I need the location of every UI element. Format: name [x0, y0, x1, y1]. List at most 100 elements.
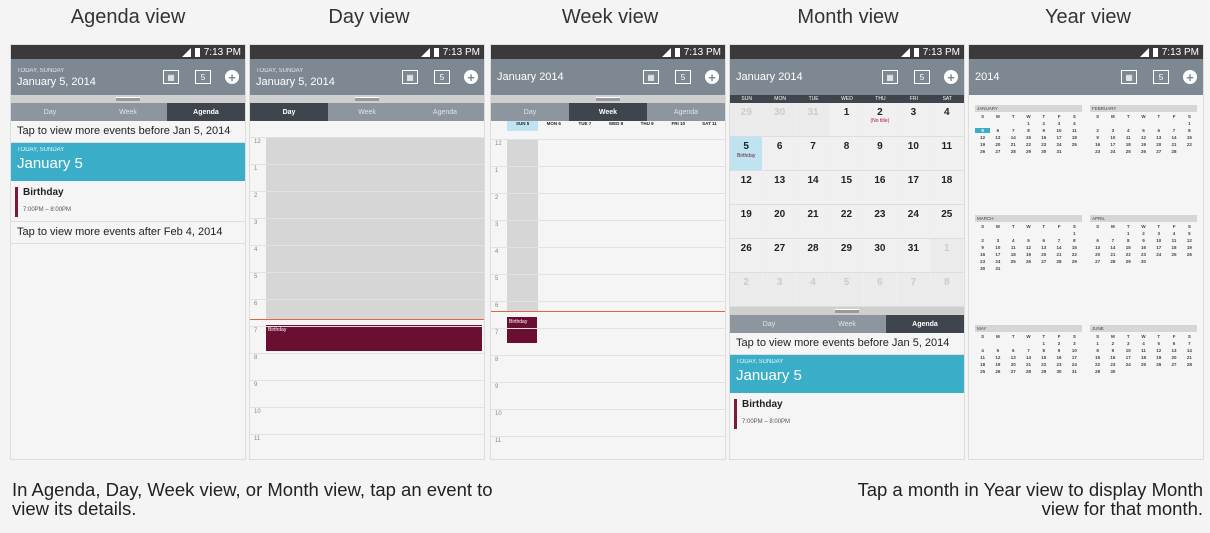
date-selector[interactable]: TODAY, SUNDAY January 5, 2014	[17, 66, 147, 88]
tab-agenda[interactable]: Agenda	[886, 315, 964, 333]
day-cell[interactable]: 25	[930, 205, 964, 239]
day-cell[interactable]: 3	[897, 103, 931, 137]
day-cell[interactable]: 10	[897, 137, 931, 171]
month-grid[interactable]: 29 30 31 1 2 (No title) 3 4 5 Birthday 6 7 8 9 10 11 12 1…	[730, 103, 964, 307]
today-icon[interactable]: 5	[434, 70, 450, 84]
event-block[interactable]: Birthday	[266, 325, 482, 351]
more-before-link[interactable]: Tap to view more events before Jan 5, 20…	[11, 121, 245, 143]
week-day-label[interactable]: THU 9	[632, 121, 663, 131]
week-grid[interactable]: Birthday 12 1 2 3 4 5 6 7 8 9 10 11	[491, 131, 725, 459]
day-cell[interactable]: 23	[863, 205, 898, 239]
today-icon[interactable]: 5	[1153, 70, 1169, 84]
today-icon[interactable]: 5	[914, 70, 930, 84]
add-event-icon[interactable]: +	[225, 70, 239, 84]
day-cell[interactable]: 7	[897, 273, 931, 307]
year-month[interactable]: MARCH S M T W T F S 1 2 3 4 5 6 7 8 9 10 11 12 13 14 15 16 17 18 1…	[975, 215, 1082, 315]
tab-day[interactable]: Day	[730, 315, 808, 333]
year-month[interactable]: MAY S M T W T F S 1 2 3 4 5 6 7 8 9 10 11 12 13 14 15 16 17 18 19 2…	[975, 325, 1082, 425]
day-cell[interactable]: 28	[796, 239, 831, 273]
day-cell[interactable]: 6	[763, 137, 797, 171]
week-day-label[interactable]: MON 6	[538, 121, 569, 131]
day-cell[interactable]: 2	[730, 273, 764, 307]
drag-handle[interactable]	[250, 95, 484, 103]
day-cell[interactable]: 30	[763, 103, 797, 137]
tab-week[interactable]: Week	[569, 103, 647, 121]
event-item[interactable]: Birthday 7:00PM – 8:00PM	[15, 187, 239, 217]
calendars-icon[interactable]: ▦	[882, 70, 898, 84]
year-month[interactable]: APRIL S M T W T F S 1 2 3 4 5 6 7 8 9 10 11 12 13 14 15 16 17 18 1…	[1090, 215, 1197, 315]
day-cell[interactable]: 22	[830, 205, 864, 239]
drag-handle[interactable]	[491, 95, 725, 103]
tab-week[interactable]: Week	[328, 103, 406, 121]
calendars-icon[interactable]: ▦	[643, 70, 659, 84]
day-cell[interactable]: 9	[863, 137, 898, 171]
year-month[interactable]: JUNE S M T W T F S 1 2 3 4 5 6 7 8 9 10 11 12 13 14 15 16 17 18 19…	[1090, 325, 1197, 425]
day-cell[interactable]: 12	[730, 171, 764, 205]
calendars-icon[interactable]: ▦	[1121, 70, 1137, 84]
tab-agenda[interactable]: Agenda	[647, 103, 725, 121]
week-day-label[interactable]: FRI 10	[663, 121, 694, 131]
day-cell[interactable]: 6	[863, 273, 898, 307]
today-icon[interactable]: 5	[195, 70, 211, 84]
date-selector[interactable]: January 2014	[736, 71, 866, 83]
tab-day[interactable]: Day	[250, 103, 328, 121]
add-event-icon[interactable]: +	[705, 70, 719, 84]
day-cell[interactable]: 8	[930, 273, 964, 307]
day-cell[interactable]: 11	[930, 137, 964, 171]
day-cell[interactable]: 15	[830, 171, 864, 205]
tab-week[interactable]: Week	[89, 103, 167, 121]
day-cell[interactable]: 31	[897, 239, 931, 273]
today-icon[interactable]: 5	[675, 70, 691, 84]
day-cell[interactable]: 20	[763, 205, 797, 239]
year-month[interactable]: FEBRUARY S M T W T F S 1 2 3 4 5 6 7 8 9 10 11 12 13 14 15 16 17…	[1090, 105, 1197, 205]
tab-agenda[interactable]: Agenda	[167, 103, 245, 121]
event-item[interactable]: Birthday 7:00PM – 8:00PM	[734, 399, 958, 429]
more-before-link[interactable]: Tap to view more events before Jan 5, 20…	[730, 333, 964, 355]
tab-day[interactable]: Day	[11, 103, 89, 121]
week-day-label[interactable]: SAT 11	[694, 121, 725, 131]
month-event-label[interactable]: Birthday	[730, 153, 762, 159]
day-cell[interactable]: 24	[897, 205, 931, 239]
tab-agenda[interactable]: Agenda	[406, 103, 484, 121]
day-cell[interactable]: 4	[796, 273, 831, 307]
day-cell[interactable]: 17	[897, 171, 931, 205]
day-cell[interactable]: 29	[830, 239, 864, 273]
day-cell[interactable]: 1	[830, 103, 864, 137]
day-cell[interactable]: 30	[863, 239, 898, 273]
calendars-icon[interactable]: ▦	[402, 70, 418, 84]
date-selector[interactable]: TODAY, SUNDAY January 5, 2014	[256, 66, 386, 88]
calendars-icon[interactable]: ▦	[163, 70, 179, 84]
day-cell[interactable]: 2 (No title)	[863, 103, 898, 137]
day-cell[interactable]: 5	[830, 273, 864, 307]
day-cell[interactable]: 26	[730, 239, 764, 273]
date-selector[interactable]: 2014	[975, 71, 1105, 83]
add-event-icon[interactable]: +	[464, 70, 478, 84]
day-cell[interactable]: 31	[796, 103, 831, 137]
add-event-icon[interactable]: +	[944, 70, 958, 84]
day-cell[interactable]: 21	[796, 205, 831, 239]
day-cell[interactable]: 5 Birthday	[730, 137, 764, 171]
day-cell[interactable]: 14	[796, 171, 831, 205]
date-selector[interactable]: January 2014	[497, 71, 627, 83]
day-cell[interactable]: 18	[930, 171, 964, 205]
day-cell[interactable]: 16	[863, 171, 898, 205]
tab-week[interactable]: Week	[808, 315, 886, 333]
week-day-label[interactable]: WED 8	[600, 121, 631, 131]
event-block[interactable]: Birthday	[507, 317, 537, 343]
day-cell[interactable]: 19	[730, 205, 764, 239]
month-event-label[interactable]: (No title)	[864, 118, 896, 124]
day-cell[interactable]: 27	[763, 239, 797, 273]
drag-handle[interactable]	[730, 307, 964, 315]
day-cell[interactable]: 13	[763, 171, 797, 205]
day-cell[interactable]: 29	[730, 103, 764, 137]
week-day-label[interactable]: TUE 7	[569, 121, 600, 131]
more-after-link[interactable]: Tap to view more events after Feb 4, 201…	[11, 221, 245, 244]
year-month[interactable]: JANUARY S M T W T F S 1 2 3 4 5 6 7 8 9 10 11 12 13 14 15 16 17 1…	[975, 105, 1082, 205]
tab-day[interactable]: Day	[491, 103, 569, 121]
day-cell[interactable]: 4	[930, 103, 964, 137]
week-day-label[interactable]: SUN 5	[507, 121, 539, 131]
add-event-icon[interactable]: +	[1183, 70, 1197, 84]
day-cell[interactable]: 1	[930, 239, 964, 273]
drag-handle[interactable]	[11, 95, 245, 103]
day-cell[interactable]: 3	[763, 273, 797, 307]
